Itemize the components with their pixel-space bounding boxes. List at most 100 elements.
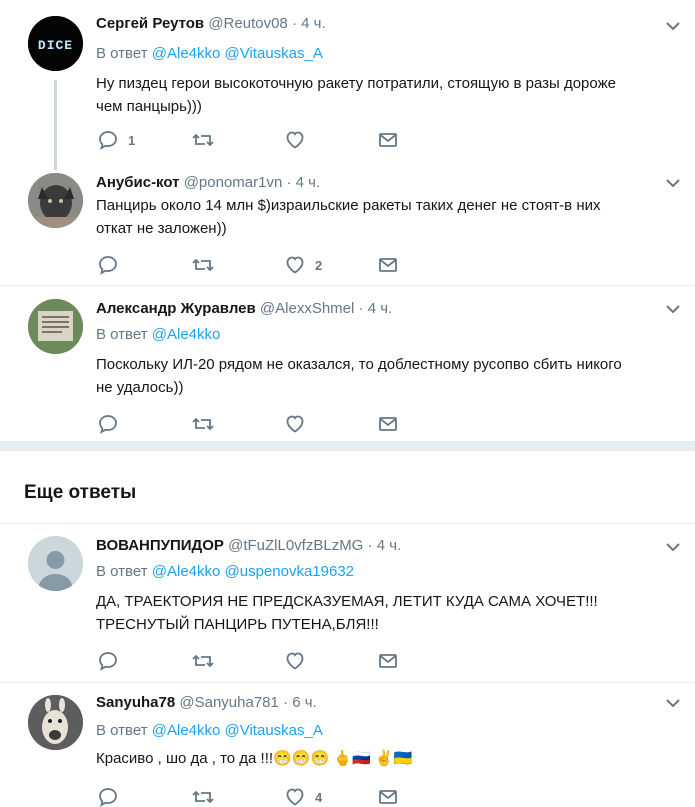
like-button[interactable] bbox=[285, 414, 305, 434]
mention-link[interactable]: @Vitauskas_A bbox=[225, 722, 323, 739]
default-avatar-icon bbox=[28, 536, 83, 591]
like-button[interactable]: 4 bbox=[285, 787, 322, 807]
retweet-button[interactable] bbox=[192, 130, 214, 150]
retweet-icon bbox=[192, 790, 214, 804]
tweet-text-line: Ну пиздец герои высокоточную ракету потр… bbox=[96, 75, 616, 92]
like-count: 2 bbox=[315, 257, 323, 273]
mention-link[interactable]: @uspenovka19632 bbox=[225, 563, 355, 580]
reply-button[interactable] bbox=[98, 255, 118, 275]
like-button[interactable] bbox=[285, 130, 305, 150]
emoji-flag-ukraine: 🇺🇦 bbox=[393, 750, 413, 767]
username[interactable]: @AlexxShmel bbox=[260, 300, 354, 317]
dm-button[interactable] bbox=[378, 787, 398, 807]
mention-link[interactable]: @Ale4kko bbox=[152, 722, 221, 739]
tweet-text-line: ТРЕСНУТЫЙ ПАНЦИРЬ ПУТЕНА,БЛЯ!!! bbox=[96, 616, 379, 633]
dot-separator: · bbox=[291, 15, 297, 32]
reply-button[interactable] bbox=[98, 651, 118, 671]
tweet-text: ДА, ТРАЕКТОРИЯ НЕ ПРЕДСКАЗУЕМАЯ, ЛЕТИТ К… bbox=[96, 590, 675, 636]
caret-down-icon[interactable] bbox=[665, 301, 681, 317]
dot-separator: · bbox=[358, 300, 364, 317]
caret-down-icon[interactable] bbox=[665, 695, 681, 711]
display-name[interactable]: Сергей Реутов bbox=[96, 15, 204, 32]
like-count: 4 bbox=[315, 789, 323, 805]
emoji-middle-finger: 🖕 bbox=[333, 750, 352, 767]
avatar[interactable] bbox=[28, 173, 83, 228]
avatar[interactable]: DICE bbox=[28, 16, 83, 71]
tweet-reply[interactable]: Александр Журавлев @AlexxShmel · 4 ч. В … bbox=[0, 286, 695, 441]
caret-down-icon[interactable] bbox=[665, 539, 681, 555]
retweet-icon bbox=[192, 654, 214, 668]
like-icon bbox=[286, 652, 304, 670]
tweet-reply[interactable]: Sanyuha78 @Sanyuha781 · 6 ч. В ответ @Al… bbox=[0, 683, 695, 807]
timestamp[interactable]: 4 ч. bbox=[301, 15, 326, 32]
timestamp[interactable]: 4 ч. bbox=[377, 537, 402, 554]
reply-prefix: В ответ bbox=[96, 563, 148, 580]
avatar[interactable] bbox=[28, 695, 83, 750]
display-name[interactable]: Sanyuha78 bbox=[96, 694, 175, 711]
reply-button[interactable]: 1 bbox=[98, 130, 135, 150]
reply-icon bbox=[99, 256, 117, 275]
timestamp[interactable]: 6 ч. bbox=[292, 694, 317, 711]
tweet-reply[interactable]: Анубис-кот @ponomar1vn · 4 ч. Панцирь ок… bbox=[0, 165, 695, 285]
timestamp[interactable]: 4 ч. bbox=[368, 300, 393, 317]
reply-button[interactable] bbox=[98, 414, 118, 434]
dm-button[interactable] bbox=[378, 255, 398, 275]
tweet-header: Анубис-кот @ponomar1vn · 4 ч. bbox=[96, 173, 675, 193]
tweet-reply[interactable]: ВОВАНПУПИДОР @tFuZlL0vfzBLzMG · 4 ч. В о… bbox=[0, 524, 695, 682]
timestamp[interactable]: 4 ч. bbox=[296, 174, 321, 191]
emoji-grin: 😁 bbox=[291, 750, 311, 767]
avatar[interactable] bbox=[28, 299, 83, 354]
retweet-button[interactable] bbox=[192, 414, 214, 434]
reply-icon bbox=[99, 788, 117, 807]
dm-button[interactable] bbox=[378, 414, 398, 434]
mention-link[interactable]: @Ale4kko bbox=[152, 563, 221, 580]
reply-button[interactable] bbox=[98, 787, 118, 807]
section-divider bbox=[0, 441, 695, 451]
emoji-victory-hand: ✌ bbox=[374, 750, 394, 767]
avatar[interactable] bbox=[28, 536, 83, 591]
mention-link[interactable]: @Ale4kko bbox=[152, 326, 221, 343]
username[interactable]: @Reutov08 bbox=[208, 15, 287, 32]
like-button[interactable] bbox=[285, 651, 305, 671]
mention-link[interactable]: @Vitauskas_A bbox=[225, 45, 323, 62]
username[interactable]: @Sanyuha781 bbox=[179, 694, 278, 711]
more-replies-header: Еще ответы bbox=[0, 451, 695, 523]
reply-icon bbox=[99, 415, 117, 434]
tweet-text-line: не удалось)) bbox=[96, 379, 184, 396]
reply-prefix: В ответ bbox=[96, 326, 148, 343]
more-replies-title: Еще ответы bbox=[24, 482, 137, 503]
tweet-header: ВОВАНПУПИДОР @tFuZlL0vfzBLzMG · 4 ч. bbox=[96, 536, 675, 556]
retweet-button[interactable] bbox=[192, 255, 214, 275]
tweet-text: Ну пиздец герои высокоточную ракету потр… bbox=[96, 72, 675, 118]
retweet-icon bbox=[192, 133, 214, 147]
tweet-text: Панцирь около 14 млн $)израильские ракет… bbox=[96, 194, 675, 240]
dm-icon bbox=[379, 258, 397, 272]
avatar-logo-text: DICE bbox=[38, 38, 73, 53]
username[interactable]: @tFuZlL0vfzBLzMG bbox=[228, 537, 363, 554]
dm-icon bbox=[379, 654, 397, 668]
dice-logo: DICE bbox=[28, 16, 83, 71]
tweet-text-line: Поскольку ИЛ-20 рядом не оказался, то до… bbox=[96, 356, 622, 373]
cat-avatar-image bbox=[28, 173, 83, 228]
dm-button[interactable] bbox=[378, 130, 398, 150]
dm-button[interactable] bbox=[378, 651, 398, 671]
dot-separator: · bbox=[283, 694, 289, 711]
display-name[interactable]: ВОВАНПУПИДОР bbox=[96, 537, 224, 554]
reply-prefix: В ответ bbox=[96, 45, 148, 62]
tweet-text-line: откат не заложен)) bbox=[96, 220, 227, 237]
caret-down-icon[interactable] bbox=[665, 18, 681, 34]
reply-context: В ответ @Ale4kko bbox=[96, 325, 675, 345]
username[interactable]: @ponomar1vn bbox=[184, 174, 283, 191]
display-name[interactable]: Анубис-кот bbox=[96, 174, 180, 191]
like-icon bbox=[286, 788, 304, 806]
emoji-grin: 😁 bbox=[273, 750, 292, 767]
caret-down-icon[interactable] bbox=[665, 175, 681, 191]
retweet-button[interactable] bbox=[192, 651, 214, 671]
retweet-button[interactable] bbox=[192, 787, 214, 807]
tweet-text: Красиво , шо да , то да !!!😁😁😁 🖕🇷🇺 ✌🇺🇦 bbox=[96, 747, 675, 770]
dot-separator: · bbox=[367, 537, 373, 554]
display-name[interactable]: Александр Журавлев bbox=[96, 300, 256, 317]
mention-link[interactable]: @Ale4kko bbox=[152, 45, 221, 62]
tweet-reply[interactable]: DICE Сергей Реутов @Reutov08 · 4 ч. В от… bbox=[0, 0, 695, 165]
like-button[interactable]: 2 bbox=[285, 255, 322, 275]
